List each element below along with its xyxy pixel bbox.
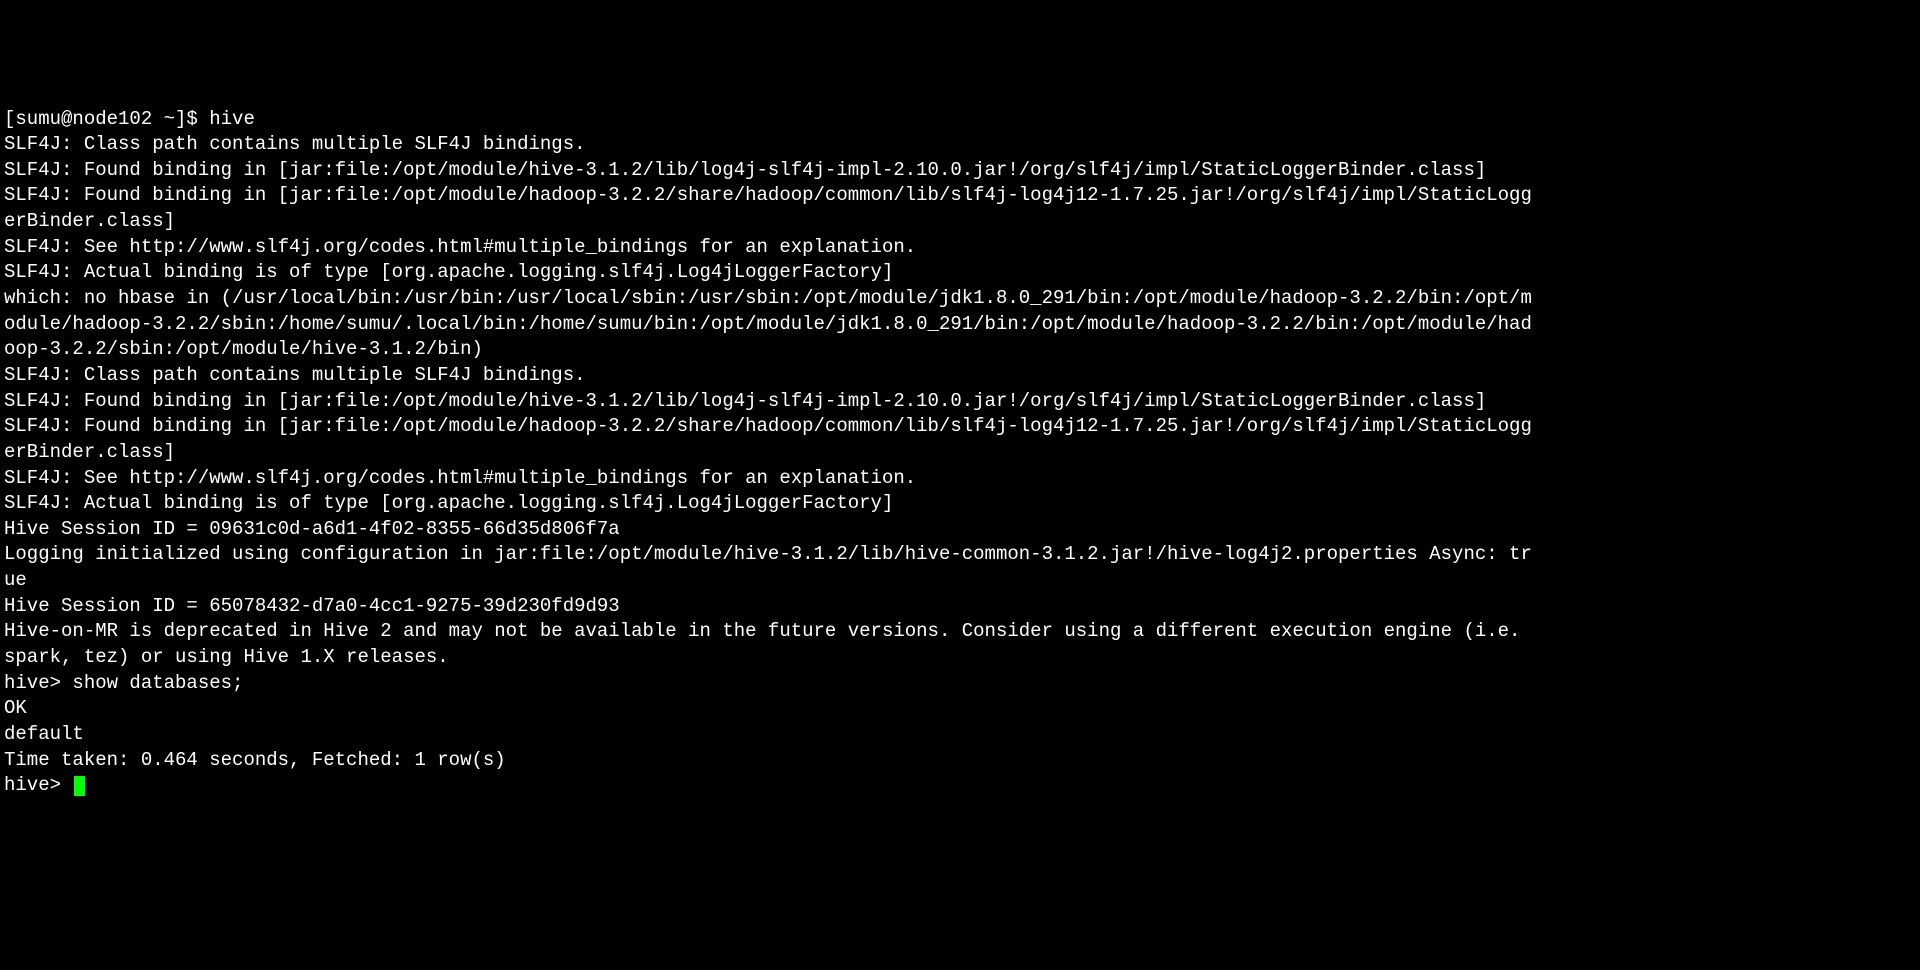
terminal-line: default bbox=[4, 722, 1532, 748]
terminal-line: SLF4J: Class path contains multiple SLF4… bbox=[4, 132, 1532, 158]
terminal-line: OK bbox=[4, 696, 1532, 722]
terminal-line: SLF4J: Found binding in [jar:file:/opt/m… bbox=[4, 183, 1532, 234]
terminal-line: SLF4J: Actual binding is of type [org.ap… bbox=[4, 491, 1532, 517]
prompt-text: hive> bbox=[4, 774, 72, 796]
terminal-line: Logging initialized using configuration … bbox=[4, 542, 1532, 593]
terminal-prompt[interactable]: hive> bbox=[4, 774, 85, 796]
terminal-line: SLF4J: See http://www.slf4j.org/codes.ht… bbox=[4, 235, 1532, 261]
terminal-line: hive> show databases; bbox=[4, 671, 1532, 697]
cursor-icon bbox=[74, 776, 85, 796]
terminal-line: SLF4J: See http://www.slf4j.org/codes.ht… bbox=[4, 466, 1532, 492]
terminal-line: [sumu@node102 ~]$ hive bbox=[4, 107, 1532, 133]
terminal-line: Hive Session ID = 65078432-d7a0-4cc1-927… bbox=[4, 594, 1532, 620]
terminal-line: SLF4J: Found binding in [jar:file:/opt/m… bbox=[4, 414, 1532, 465]
terminal-output[interactable]: [sumu@node102 ~]$ hiveSLF4J: Class path … bbox=[4, 107, 1532, 799]
terminal-line: SLF4J: Class path contains multiple SLF4… bbox=[4, 363, 1532, 389]
terminal-line: Time taken: 0.464 seconds, Fetched: 1 ro… bbox=[4, 748, 1532, 774]
terminal-line: SLF4J: Actual binding is of type [org.ap… bbox=[4, 260, 1532, 286]
terminal-line: SLF4J: Found binding in [jar:file:/opt/m… bbox=[4, 158, 1532, 184]
terminal-line: Hive Session ID = 09631c0d-a6d1-4f02-835… bbox=[4, 517, 1532, 543]
terminal-line: which: no hbase in (/usr/local/bin:/usr/… bbox=[4, 286, 1532, 363]
terminal-line: SLF4J: Found binding in [jar:file:/opt/m… bbox=[4, 389, 1532, 415]
terminal-line: Hive-on-MR is deprecated in Hive 2 and m… bbox=[4, 619, 1532, 670]
